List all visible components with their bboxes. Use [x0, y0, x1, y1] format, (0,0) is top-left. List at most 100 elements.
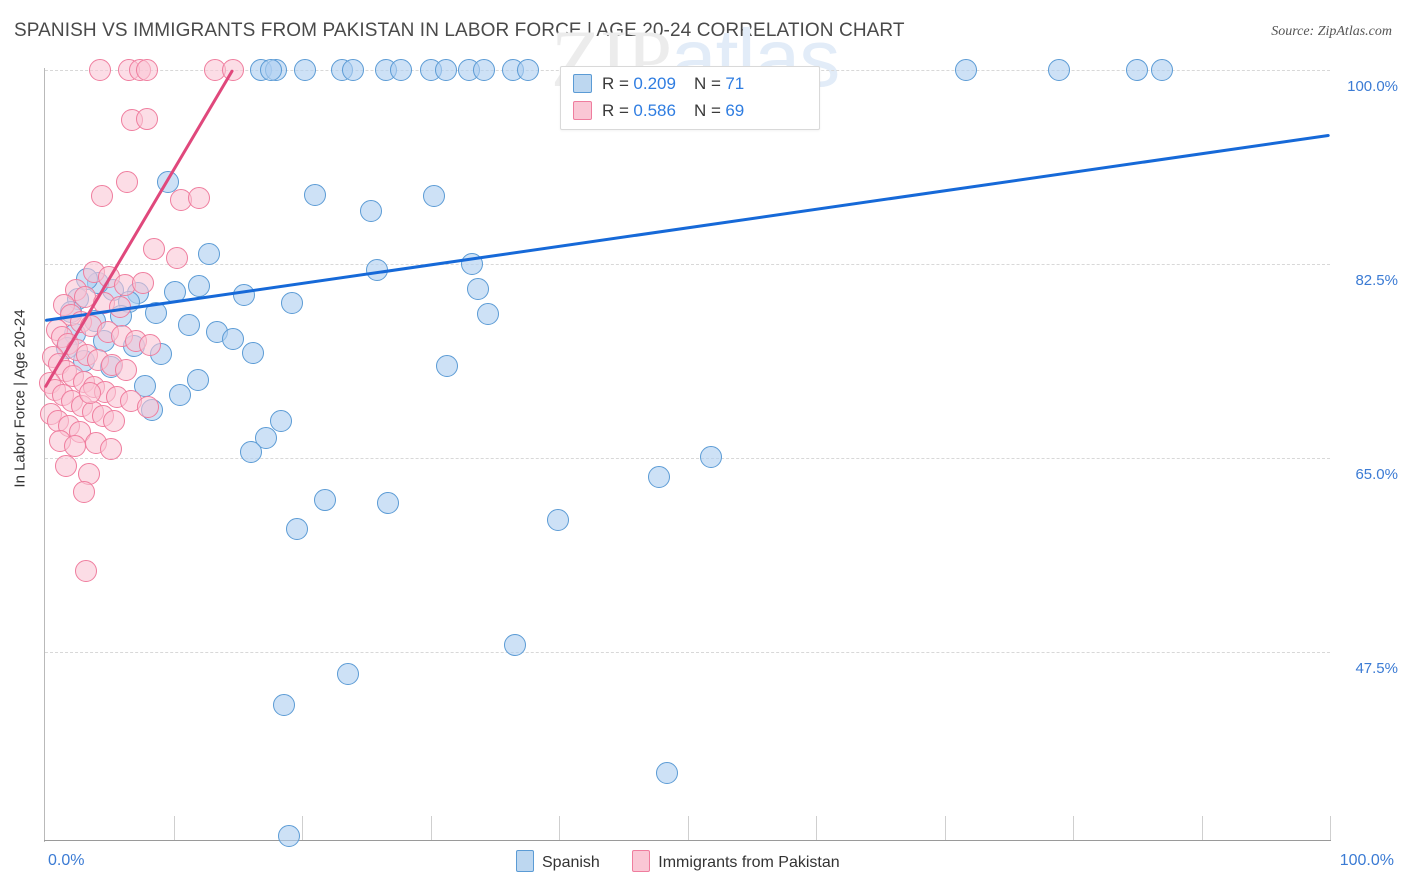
x-tick — [687, 816, 689, 840]
stats-legend: R = 0.209 N = 71 R = 0.586 N = 69 — [560, 66, 820, 130]
x-tick — [302, 816, 303, 840]
data-point-pink — [143, 237, 166, 260]
data-point-blue — [699, 446, 722, 469]
data-point-pink — [114, 358, 137, 381]
gridline — [45, 458, 1330, 460]
n-value-spanish: 71 — [725, 74, 745, 93]
data-point-blue — [1126, 59, 1149, 81]
data-point-pink — [166, 246, 189, 269]
data-point-pink — [188, 186, 211, 209]
data-point-blue — [473, 59, 496, 81]
x-tick — [1201, 816, 1203, 840]
series-legend: Spanish Immigrants from Pakistan — [516, 850, 868, 874]
x-tick — [173, 816, 175, 840]
trendline-blue — [44, 133, 1331, 323]
x-tick — [944, 816, 946, 840]
r-value-spanish: 0.209 — [633, 74, 676, 93]
page-title: SPANISH VS IMMIGRANTS FROM PAKISTAN IN L… — [14, 20, 905, 41]
data-point-pink — [63, 435, 86, 458]
data-point-blue — [221, 327, 244, 350]
data-point-blue — [188, 275, 211, 298]
gridline — [45, 652, 1330, 654]
data-point-blue — [278, 824, 301, 847]
data-point-pink — [136, 396, 159, 419]
data-point-blue — [436, 355, 459, 378]
data-point-blue — [337, 662, 360, 685]
data-point-blue — [1047, 59, 1070, 81]
data-point-blue — [1150, 59, 1173, 81]
x-tick — [1073, 816, 1074, 840]
stats-legend-row-spanish: R = 0.209 N = 71 — [573, 70, 744, 98]
r-label-pakistan: R = — [602, 101, 629, 120]
r-label-spanish: R = — [602, 74, 629, 93]
data-point-blue — [360, 199, 383, 222]
data-point-blue — [280, 291, 303, 314]
x-axis-line — [44, 840, 1331, 841]
data-point-blue — [377, 491, 400, 514]
plot-area: ZIPatlas — [39, 13, 1331, 847]
y-tick-label: 82.5% — [1355, 272, 1398, 290]
y-tick-label: 65.0% — [1355, 466, 1398, 484]
series-label-pakistan[interactable]: Immigrants from Pakistan — [658, 854, 839, 871]
data-point-blue — [546, 509, 569, 532]
y-tick-label: 47.5% — [1355, 660, 1398, 678]
data-point-pink — [103, 409, 126, 432]
data-point-pink — [89, 59, 112, 81]
data-point-blue — [477, 303, 500, 326]
data-point-pink — [78, 381, 101, 404]
data-point-blue — [293, 59, 316, 81]
data-point-blue — [467, 277, 490, 300]
x-tick — [430, 816, 432, 840]
data-point-pink — [135, 59, 158, 81]
data-point-pink — [99, 438, 122, 461]
y-tick-label: 100.0% — [1347, 78, 1398, 95]
data-point-blue — [239, 440, 262, 463]
data-point-blue — [273, 693, 295, 716]
data-point-blue — [517, 59, 540, 81]
legend-swatch-pakistan — [573, 101, 592, 120]
gridline — [45, 264, 1330, 266]
x-tick — [559, 816, 560, 840]
x-tick — [816, 816, 817, 840]
data-point-pink — [135, 107, 158, 130]
data-point-blue — [314, 489, 337, 512]
stats-legend-row-pakistan: R = 0.586 N = 69 — [573, 97, 744, 125]
data-point-pink — [90, 185, 113, 208]
data-point-blue — [648, 466, 671, 489]
data-point-pink — [54, 455, 77, 478]
data-point-blue — [260, 59, 283, 81]
n-value-pakistan: 69 — [725, 101, 745, 120]
data-point-blue — [504, 633, 527, 656]
correlation-chart: SPANISH VS IMMIGRANTS FROM PAKISTAN IN L… — [0, 0, 1406, 892]
data-point-blue — [168, 384, 191, 407]
legend-swatch-spanish — [573, 74, 592, 93]
n-label-pakistan: N = — [693, 101, 721, 120]
x-axis-min-label: 0.0% — [48, 852, 85, 869]
n-label-spanish: N = — [693, 74, 721, 93]
data-point-blue — [389, 59, 412, 81]
data-point-blue — [955, 59, 978, 81]
data-point-blue — [285, 518, 308, 541]
y-axis-label: In Labor Force | Age 20-24 — [11, 309, 29, 488]
data-point-blue — [186, 368, 209, 391]
data-point-blue — [177, 314, 200, 337]
data-point-blue — [198, 243, 221, 266]
data-point-blue — [434, 59, 457, 81]
data-point-pink — [131, 272, 154, 295]
series-swatch-spanish[interactable] — [516, 850, 534, 872]
data-point-blue — [423, 185, 446, 208]
series-label-spanish[interactable]: Spanish — [542, 854, 600, 871]
data-point-blue — [233, 284, 256, 307]
data-point-blue — [342, 59, 365, 81]
x-axis-max-label: 100.0% — [1339, 852, 1394, 869]
r-value-pakistan: 0.586 — [633, 101, 676, 120]
x-tick — [1330, 816, 1331, 840]
data-point-blue — [270, 409, 293, 432]
data-point-blue — [303, 184, 326, 207]
data-point-blue — [242, 341, 265, 364]
data-point-pink — [72, 480, 95, 503]
series-swatch-pakistan[interactable] — [632, 850, 651, 872]
data-point-pink — [116, 171, 139, 194]
source-label: Source: ZipAtlas.com — [1271, 24, 1392, 39]
data-point-pink — [75, 560, 98, 583]
